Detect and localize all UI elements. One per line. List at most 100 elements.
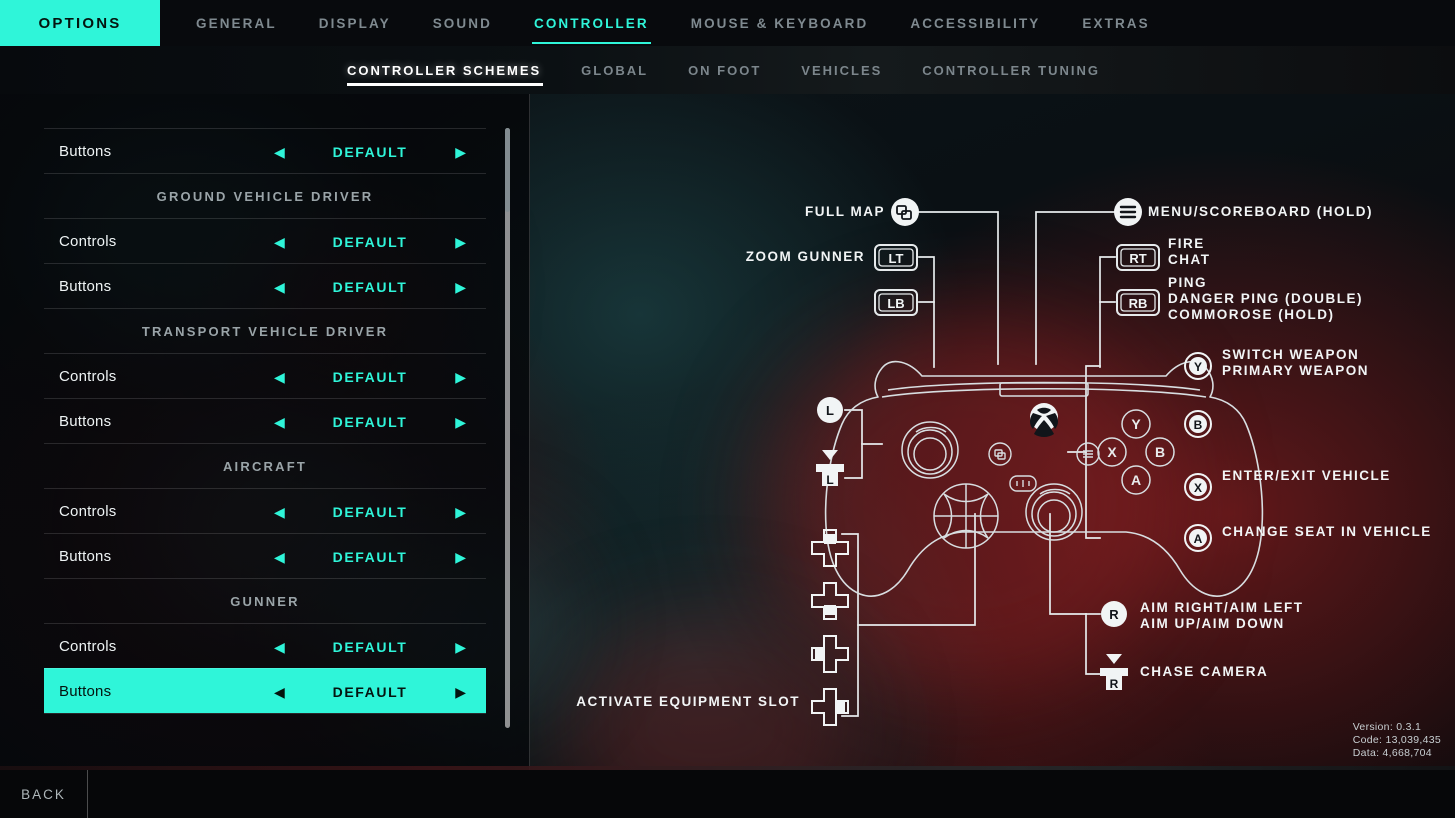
chevron-right-icon[interactable]: ▶ [455, 415, 466, 429]
label-activate-equipment-slot: ACTIVATE EQUIPMENT SLOT [576, 694, 800, 709]
scrollbar-thumb[interactable] [505, 128, 510, 212]
lb-bumper-badge: LB [874, 289, 918, 316]
settings-group-header: GROUND VEHICLE DRIVER [44, 173, 486, 218]
settings-scrollbar[interactable] [505, 128, 510, 728]
settings-row[interactable]: Controls ◀ DEFAULT ▶ [44, 218, 486, 263]
label-rb-danger-ping: DANGER PING (DOUBLE) [1168, 291, 1363, 306]
settings-row[interactable]: Controls ◀ DEFAULT ▶ [44, 488, 486, 533]
main-tab-display[interactable]: DISPLAY [298, 0, 412, 46]
settings-row[interactable]: Buttons ◀ DEFAULT ▶ [44, 533, 486, 578]
settings-row-label: Controls [59, 637, 117, 655]
chevron-left-icon[interactable]: ◀ [274, 415, 285, 429]
sub-tab-vehicles[interactable]: VEHICLES [781, 46, 902, 94]
main-tab-general[interactable]: GENERAL [175, 0, 298, 46]
chevron-right-icon[interactable]: ▶ [455, 145, 466, 159]
svg-text:X: X [1194, 481, 1202, 495]
settings-row[interactable]: Buttons ◀ DEFAULT ▶ [44, 398, 486, 443]
rt-trigger-badge: RT [1116, 244, 1160, 271]
chevron-left-icon[interactable]: ◀ [274, 640, 285, 654]
main-tab-mouse-keyboard[interactable]: MOUSE & KEYBOARD [670, 0, 890, 46]
settings-row-stepper: ◀ DEFAULT ▶ [256, 669, 486, 714]
settings-row-stepper: ◀ DEFAULT ▶ [256, 489, 486, 534]
settings-row[interactable]: Buttons ◀ DEFAULT ▶ [44, 128, 486, 173]
chevron-left-icon[interactable]: ◀ [274, 370, 285, 384]
settings-row-stepper: ◀ DEFAULT ▶ [256, 534, 486, 579]
svg-text:Y: Y [1131, 416, 1141, 432]
sub-tab-controller-tuning[interactable]: CONTROLLER TUNING [902, 46, 1120, 94]
svg-text:X: X [1107, 444, 1117, 460]
settings-row-value: DEFAULT [332, 503, 408, 520]
chevron-right-icon[interactable]: ▶ [455, 280, 466, 294]
b-button-callout-icon: B [1184, 410, 1212, 438]
right-stick-icon: R [1101, 601, 1127, 627]
label-rb-ping: PING [1168, 275, 1208, 290]
settings-row-label: Buttons [59, 547, 112, 565]
settings-row[interactable]: Buttons ◀ DEFAULT ▶ [44, 263, 486, 308]
settings-row-label: Controls [59, 502, 117, 520]
chevron-left-icon[interactable]: ◀ [274, 235, 285, 249]
settings-row-label: Buttons [59, 277, 112, 295]
sub-tab-controller-schemes[interactable]: CONTROLLER SCHEMES [347, 46, 561, 94]
version-info: Version: 0.3.1 Code: 13,039,435 Data: 4,… [1353, 721, 1441, 760]
svg-text:L: L [826, 403, 834, 418]
svg-text:A: A [1194, 532, 1203, 546]
settings-row-label: Controls [59, 232, 117, 250]
version-data: Data: 4,668,704 [1352, 747, 1432, 759]
label-menu-scoreboard: MENU/SCOREBOARD (HOLD) [1148, 204, 1373, 219]
main-tab-controller[interactable]: CONTROLLER [513, 0, 670, 46]
svg-text:RB: RB [1129, 296, 1148, 311]
back-button-label: BACK [21, 786, 66, 802]
svg-text:A: A [1131, 472, 1141, 488]
a-button-callout-icon: A [1184, 524, 1212, 552]
chevron-right-icon[interactable]: ▶ [455, 505, 466, 519]
label-r-aim-horizontal: AIM RIGHT/AIM LEFT [1140, 600, 1304, 615]
chevron-left-icon[interactable]: ◀ [274, 280, 285, 294]
sub-tab-on-foot[interactable]: ON FOOT [668, 46, 781, 94]
svg-text:B: B [1155, 444, 1165, 460]
settings-panel: Buttons ◀ DEFAULT ▶ GROUND VEHICLE DRIVER Con… [0, 94, 530, 770]
footer-divider [87, 770, 88, 818]
settings-row-label: Buttons [59, 142, 112, 160]
settings-row-value: DEFAULT [332, 683, 408, 700]
svg-text:LT: LT [889, 251, 904, 266]
settings-row[interactable]: Controls ◀ DEFAULT ▶ [44, 623, 486, 668]
chevron-left-icon[interactable]: ◀ [274, 505, 285, 519]
settings-group-header: GUNNER [44, 578, 486, 623]
left-stick-icon: L [817, 397, 843, 423]
chevron-right-icon[interactable]: ▶ [455, 685, 466, 699]
chevron-left-icon[interactable]: ◀ [274, 550, 285, 564]
sub-tab-list: CONTROLLER SCHEMES GLOBAL ON FOOT VEHICLES C… [0, 46, 1455, 94]
label-rt-chat: CHAT [1168, 252, 1211, 267]
settings-row-label: Controls [59, 367, 117, 385]
menu-button-icon [1114, 198, 1142, 226]
settings-row-stepper: ◀ DEFAULT ▶ [256, 624, 486, 669]
controller-diagram-graphics: Y X B A LT LB RT RB L L R R Y B X A [811, 198, 1264, 726]
chevron-right-icon[interactable]: ▶ [455, 640, 466, 654]
chevron-right-icon[interactable]: ▶ [455, 370, 466, 384]
chevron-right-icon[interactable]: ▶ [455, 235, 466, 249]
view-button-icon [891, 198, 919, 226]
right-stick-press-icon: R [1100, 654, 1128, 691]
back-button[interactable]: BACK [0, 770, 87, 818]
scrollbar-track[interactable] [505, 128, 510, 728]
options-screen: OPTIONS GENERAL DISPLAY SOUND CONTROLLER MOU… [0, 0, 1455, 818]
svg-text:B: B [1194, 418, 1203, 432]
settings-row-value: DEFAULT [332, 638, 408, 655]
label-a-change-seat: CHANGE SEAT IN VEHICLE [1222, 524, 1432, 539]
main-tab-accessibility[interactable]: ACCESSIBILITY [889, 0, 1061, 46]
settings-row[interactable]: Controls ◀ DEFAULT ▶ [44, 353, 486, 398]
label-y-switch-weapon: SWITCH WEAPON [1222, 347, 1360, 362]
main-tab-sound[interactable]: SOUND [412, 0, 513, 46]
sub-tab-global[interactable]: GLOBAL [561, 46, 668, 94]
label-y-primary-weapon: PRIMARY WEAPON [1222, 363, 1370, 378]
settings-row-label: Buttons [59, 412, 112, 430]
dpad-right-icon [811, 688, 849, 726]
chevron-left-icon[interactable]: ◀ [274, 685, 285, 699]
settings-row-value: DEFAULT [332, 548, 408, 565]
chevron-right-icon[interactable]: ▶ [455, 550, 466, 564]
svg-text:LB: LB [887, 296, 904, 311]
main-tab-list: GENERAL DISPLAY SOUND CONTROLLER MOUSE & KEY… [175, 0, 1171, 46]
main-tab-extras[interactable]: EXTRAS [1061, 0, 1170, 46]
settings-row[interactable]: Buttons ◀ DEFAULT ▶ [44, 668, 486, 713]
chevron-left-icon[interactable]: ◀ [274, 145, 285, 159]
